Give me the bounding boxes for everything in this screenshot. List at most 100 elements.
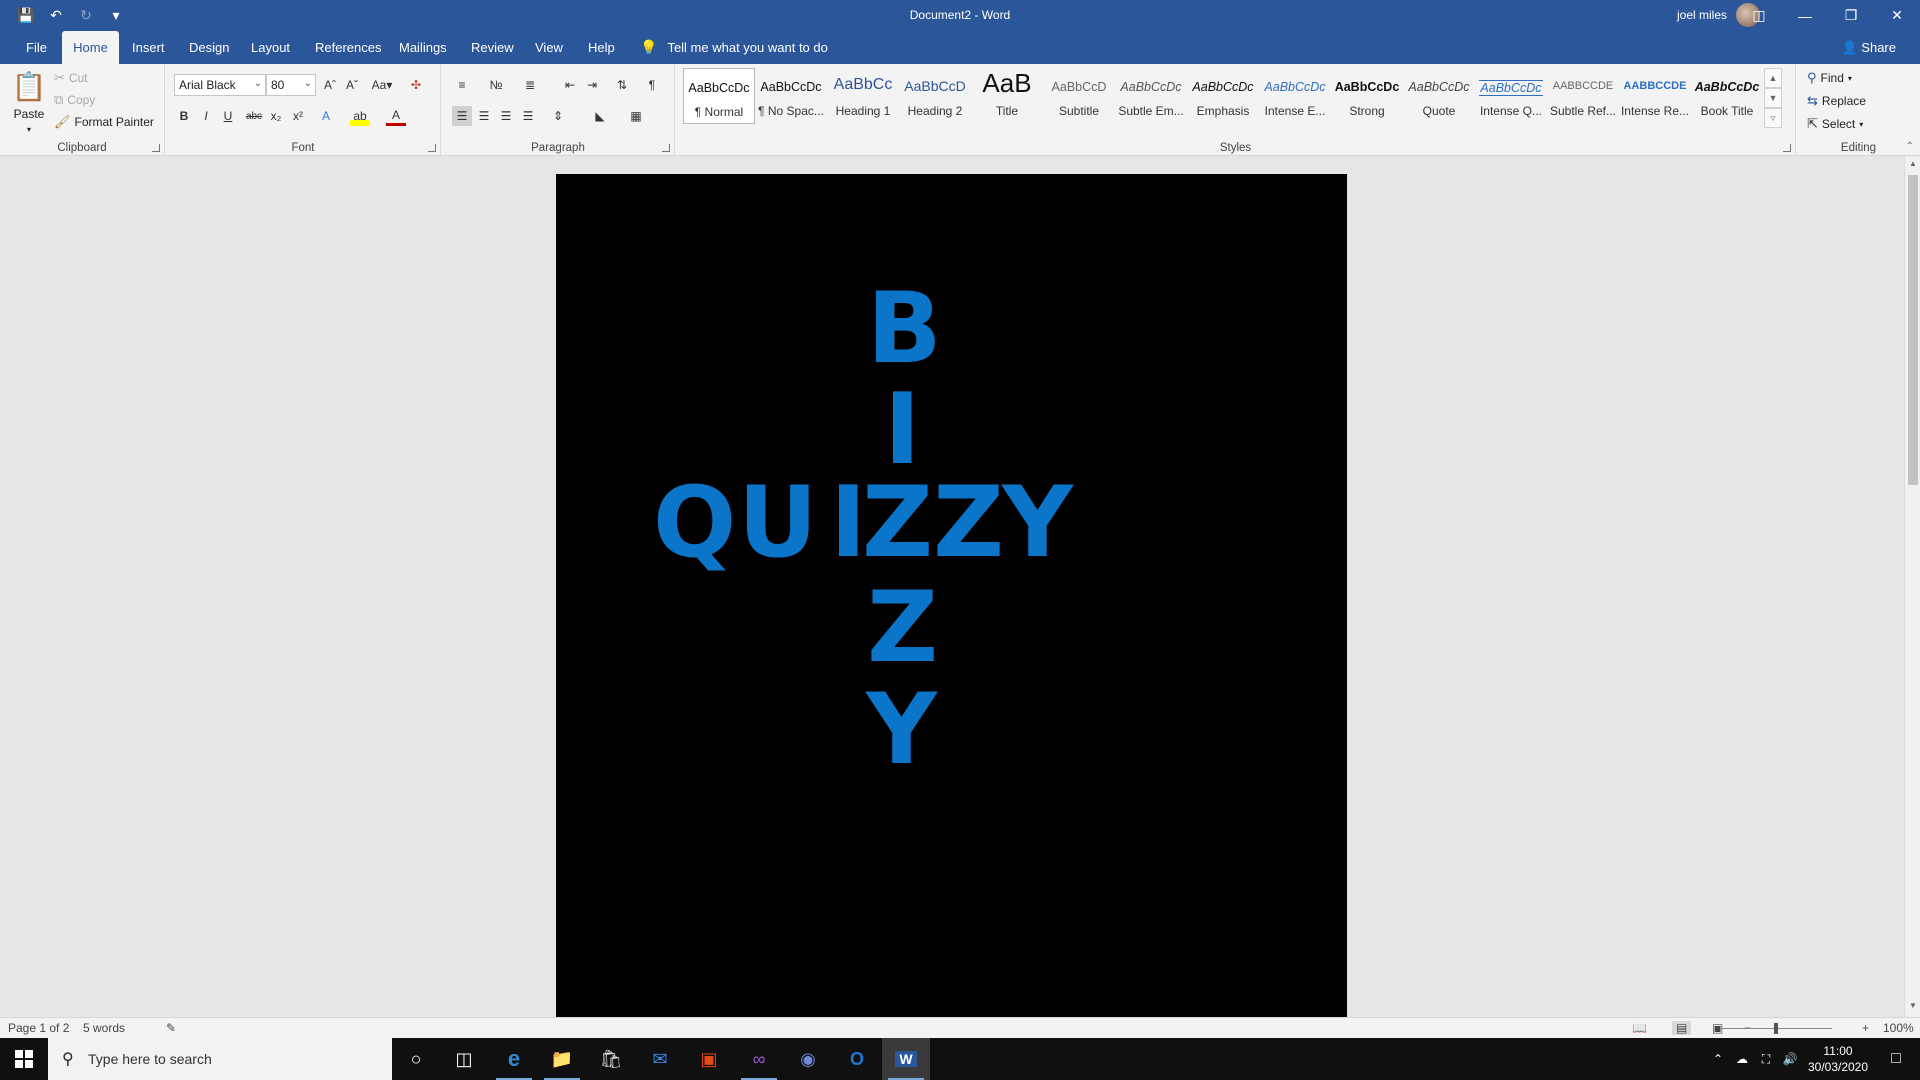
tab-help[interactable]: Help bbox=[578, 31, 625, 64]
tab-design[interactable]: Design bbox=[179, 31, 239, 64]
style-book-title[interactable]: AaBbCcDc Book Title bbox=[1691, 68, 1763, 124]
minimize-icon[interactable]: — bbox=[1782, 0, 1828, 31]
bullets-icon[interactable]: ≡ bbox=[452, 75, 472, 95]
borders-icon[interactable]: ▦ bbox=[626, 106, 646, 126]
chevron-up-icon[interactable]: ⌃ bbox=[1706, 1052, 1730, 1066]
style-no-spacing[interactable]: AaBbCcDc ¶ No Spac... bbox=[755, 68, 827, 124]
scroll-thumb[interactable] bbox=[1908, 175, 1918, 485]
find-button[interactable]: ⚲ Find ▾ bbox=[1807, 70, 1852, 86]
tab-insert[interactable]: Insert bbox=[122, 31, 175, 64]
style-quote[interactable]: AaBbCcDc Quote bbox=[1403, 68, 1475, 124]
show-formatting-icon[interactable]: ¶ bbox=[642, 75, 662, 95]
zoom-slider-thumb[interactable] bbox=[1774, 1023, 1778, 1034]
document-page[interactable]: B I Q U I Z Z Y Z Y bbox=[556, 174, 1347, 1017]
multilevel-list-icon[interactable]: ≣ bbox=[520, 75, 540, 95]
numbering-icon[interactable]: № bbox=[486, 75, 506, 95]
align-right-icon[interactable]: ☰ bbox=[496, 106, 516, 126]
word-count[interactable]: 5 words bbox=[83, 1021, 125, 1035]
zoom-slider[interactable] bbox=[1722, 1023, 1832, 1034]
strikethrough-icon[interactable]: abc bbox=[244, 106, 264, 126]
highlight-icon[interactable]: ab bbox=[350, 106, 370, 126]
style-subtle-reference[interactable]: AABBCCDE Subtle Ref... bbox=[1547, 68, 1619, 124]
style-heading-2[interactable]: AaBbCcD Heading 2 bbox=[899, 68, 971, 124]
gallery-up-icon[interactable]: ▲ bbox=[1764, 68, 1782, 88]
font-color-icon[interactable]: A bbox=[386, 106, 406, 126]
style-intense-emphasis[interactable]: AaBbCcDc Intense E... bbox=[1259, 68, 1331, 124]
style-intense-quote[interactable]: AaBbCcDc Intense Q... bbox=[1475, 68, 1547, 124]
decrease-indent-icon[interactable]: ⇤ bbox=[560, 75, 580, 95]
align-center-icon[interactable]: ☰ bbox=[474, 106, 494, 126]
file-explorer-icon[interactable]: 📁 bbox=[538, 1038, 586, 1080]
paragraph-launcher-icon[interactable] bbox=[662, 144, 670, 152]
office-icon[interactable]: ▣ bbox=[685, 1038, 733, 1080]
underline-icon[interactable]: U bbox=[218, 106, 238, 126]
notifications-icon[interactable]: □ bbox=[1872, 1038, 1920, 1080]
style-strong[interactable]: AaBbCcDc Strong bbox=[1331, 68, 1403, 124]
subscript-icon[interactable]: x₂ bbox=[266, 106, 286, 126]
restore-icon[interactable]: ❐ bbox=[1828, 0, 1874, 31]
clipboard-launcher-icon[interactable] bbox=[152, 144, 160, 152]
scroll-down-icon[interactable]: ▼ bbox=[1905, 1001, 1920, 1015]
cut-button[interactable]: ✂ Cut bbox=[54, 70, 88, 86]
paste-button[interactable]: 📋 Paste ▾ bbox=[12, 70, 47, 134]
style-emphasis[interactable]: AaBbCcDc Emphasis bbox=[1187, 68, 1259, 124]
clear-formatting-icon[interactable]: ✣ bbox=[406, 75, 426, 95]
tab-layout[interactable]: Layout bbox=[241, 31, 300, 64]
styles-launcher-icon[interactable] bbox=[1783, 144, 1791, 152]
tab-home[interactable]: Home bbox=[62, 31, 119, 64]
superscript-icon[interactable]: x² bbox=[288, 106, 308, 126]
italic-icon[interactable]: I bbox=[196, 106, 216, 126]
change-case-icon[interactable]: Aa▾ bbox=[368, 75, 396, 95]
cortana-icon[interactable]: ○ bbox=[392, 1038, 440, 1080]
read-mode-icon[interactable]: 📖 bbox=[1632, 1021, 1647, 1035]
discord-icon[interactable]: ◉ bbox=[784, 1038, 832, 1080]
increase-indent-icon[interactable]: ⇥ bbox=[582, 75, 602, 95]
copy-button[interactable]: ⧉ Copy bbox=[54, 92, 95, 108]
edge-icon[interactable]: e bbox=[490, 1038, 538, 1080]
select-button[interactable]: ⇱ Select ▾ bbox=[1807, 116, 1863, 132]
gallery-down-icon[interactable]: ▼ bbox=[1764, 88, 1782, 108]
page-count[interactable]: Page 1 of 2 bbox=[8, 1021, 69, 1035]
mail-icon[interactable]: ✉ bbox=[636, 1038, 684, 1080]
wifi-icon[interactable]: ⛶ bbox=[1754, 1052, 1778, 1067]
tell-me-search[interactable]: 💡 Tell me what you want to do bbox=[640, 31, 828, 64]
volume-icon[interactable]: 🔊 bbox=[1778, 1052, 1802, 1066]
style-intense-reference[interactable]: AABBCCDE Intense Re... bbox=[1619, 68, 1691, 124]
tab-references[interactable]: References bbox=[305, 31, 391, 64]
grow-font-icon[interactable]: Aˆ bbox=[320, 75, 340, 95]
gallery-more-icon[interactable]: ▿ bbox=[1764, 108, 1782, 128]
justify-icon[interactable]: ☰ bbox=[518, 106, 538, 126]
onedrive-icon[interactable]: ☁ bbox=[1730, 1052, 1754, 1066]
print-layout-icon[interactable]: ▤ bbox=[1672, 1021, 1692, 1035]
align-left-icon[interactable]: ☰ bbox=[452, 106, 472, 126]
vertical-scrollbar[interactable]: ▲ ▼ bbox=[1904, 157, 1920, 1017]
style-subtle-emphasis[interactable]: AaBbCcDc Subtle Em... bbox=[1115, 68, 1187, 124]
text-effects-icon[interactable]: A bbox=[316, 106, 336, 126]
sort-icon[interactable]: ⇅ bbox=[612, 75, 632, 95]
font-size-select[interactable]: 80 ⌄ bbox=[266, 74, 316, 96]
visual-studio-icon[interactable]: ∞ bbox=[735, 1038, 783, 1080]
style-normal[interactable]: AaBbCcDc ¶ Normal bbox=[683, 68, 755, 124]
style-subtitle[interactable]: AaBbCcD Subtitle bbox=[1043, 68, 1115, 124]
tab-view[interactable]: View bbox=[525, 31, 573, 64]
font-family-select[interactable]: Arial Black ⌄ bbox=[174, 74, 266, 96]
replace-button[interactable]: ⇆ Replace bbox=[1807, 93, 1866, 109]
tab-mailings[interactable]: Mailings bbox=[389, 31, 457, 64]
format-painter-button[interactable]: 🖌 Format Painter bbox=[54, 114, 154, 130]
shading-icon[interactable]: ◣ bbox=[590, 106, 610, 126]
task-view-icon[interactable]: ◫ bbox=[440, 1038, 488, 1080]
user-name[interactable]: joel miles bbox=[1677, 8, 1727, 22]
scroll-up-icon[interactable]: ▲ bbox=[1905, 159, 1920, 173]
close-icon[interactable]: ✕ bbox=[1874, 0, 1920, 31]
tab-review[interactable]: Review bbox=[461, 31, 524, 64]
store-icon[interactable]: 🛍 bbox=[587, 1038, 635, 1080]
bold-icon[interactable]: B bbox=[174, 106, 194, 126]
shrink-font-icon[interactable]: Aˇ bbox=[342, 75, 362, 95]
outlook-icon[interactable]: O bbox=[833, 1038, 881, 1080]
proofing-icon[interactable]: ✎ bbox=[166, 1021, 176, 1035]
line-spacing-icon[interactable]: ⇕ bbox=[548, 106, 568, 126]
windows-start-icon[interactable] bbox=[0, 1038, 48, 1080]
taskbar-search-input[interactable]: ⚲ Type here to search bbox=[48, 1038, 392, 1080]
style-title[interactable]: AaB Title bbox=[971, 68, 1043, 124]
zoom-in-icon[interactable]: + bbox=[1862, 1021, 1869, 1035]
